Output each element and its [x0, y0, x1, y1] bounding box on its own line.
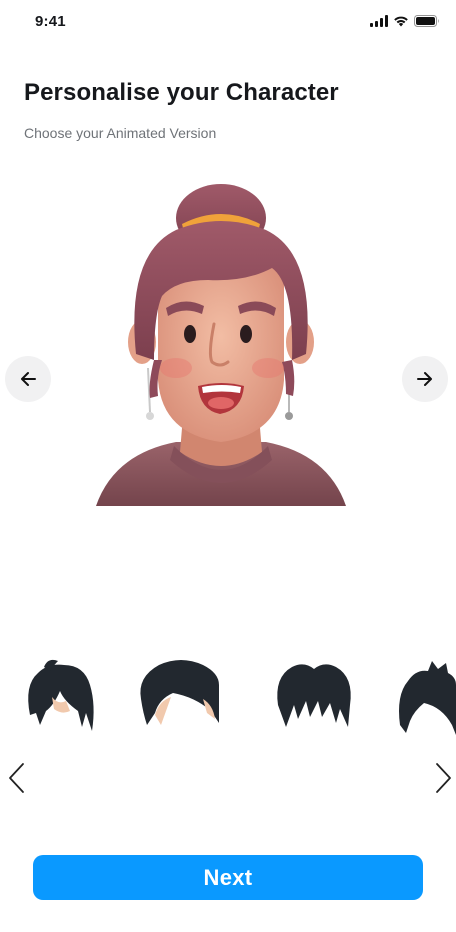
wifi-icon	[394, 16, 408, 27]
chevron-left-icon[interactable]	[7, 762, 27, 794]
status-time: 9:41	[35, 13, 66, 30]
arrow-right-icon	[417, 372, 432, 386]
next-button-label: Next	[203, 864, 253, 890]
page-title: Personalise your Character	[24, 79, 339, 106]
next-avatar-button[interactable]	[402, 356, 448, 402]
signal-icon	[370, 15, 388, 27]
hair-style-1[interactable]	[24, 655, 96, 735]
character-avatar	[96, 184, 346, 506]
hair-style-2[interactable]	[137, 655, 221, 735]
status-icons	[370, 15, 440, 27]
chevron-right-icon[interactable]	[433, 762, 453, 794]
hair-style-3[interactable]	[274, 655, 354, 735]
next-button[interactable]: Next	[33, 855, 423, 900]
hair-style-carousel	[0, 655, 456, 735]
hair-style-4[interactable]	[396, 655, 456, 735]
status-bar: 9:41	[0, 0, 456, 44]
battery-icon	[414, 15, 439, 27]
arrow-left-icon	[21, 372, 36, 386]
prev-avatar-button[interactable]	[5, 356, 51, 402]
page-subtitle: Choose your Animated Version	[24, 125, 217, 141]
